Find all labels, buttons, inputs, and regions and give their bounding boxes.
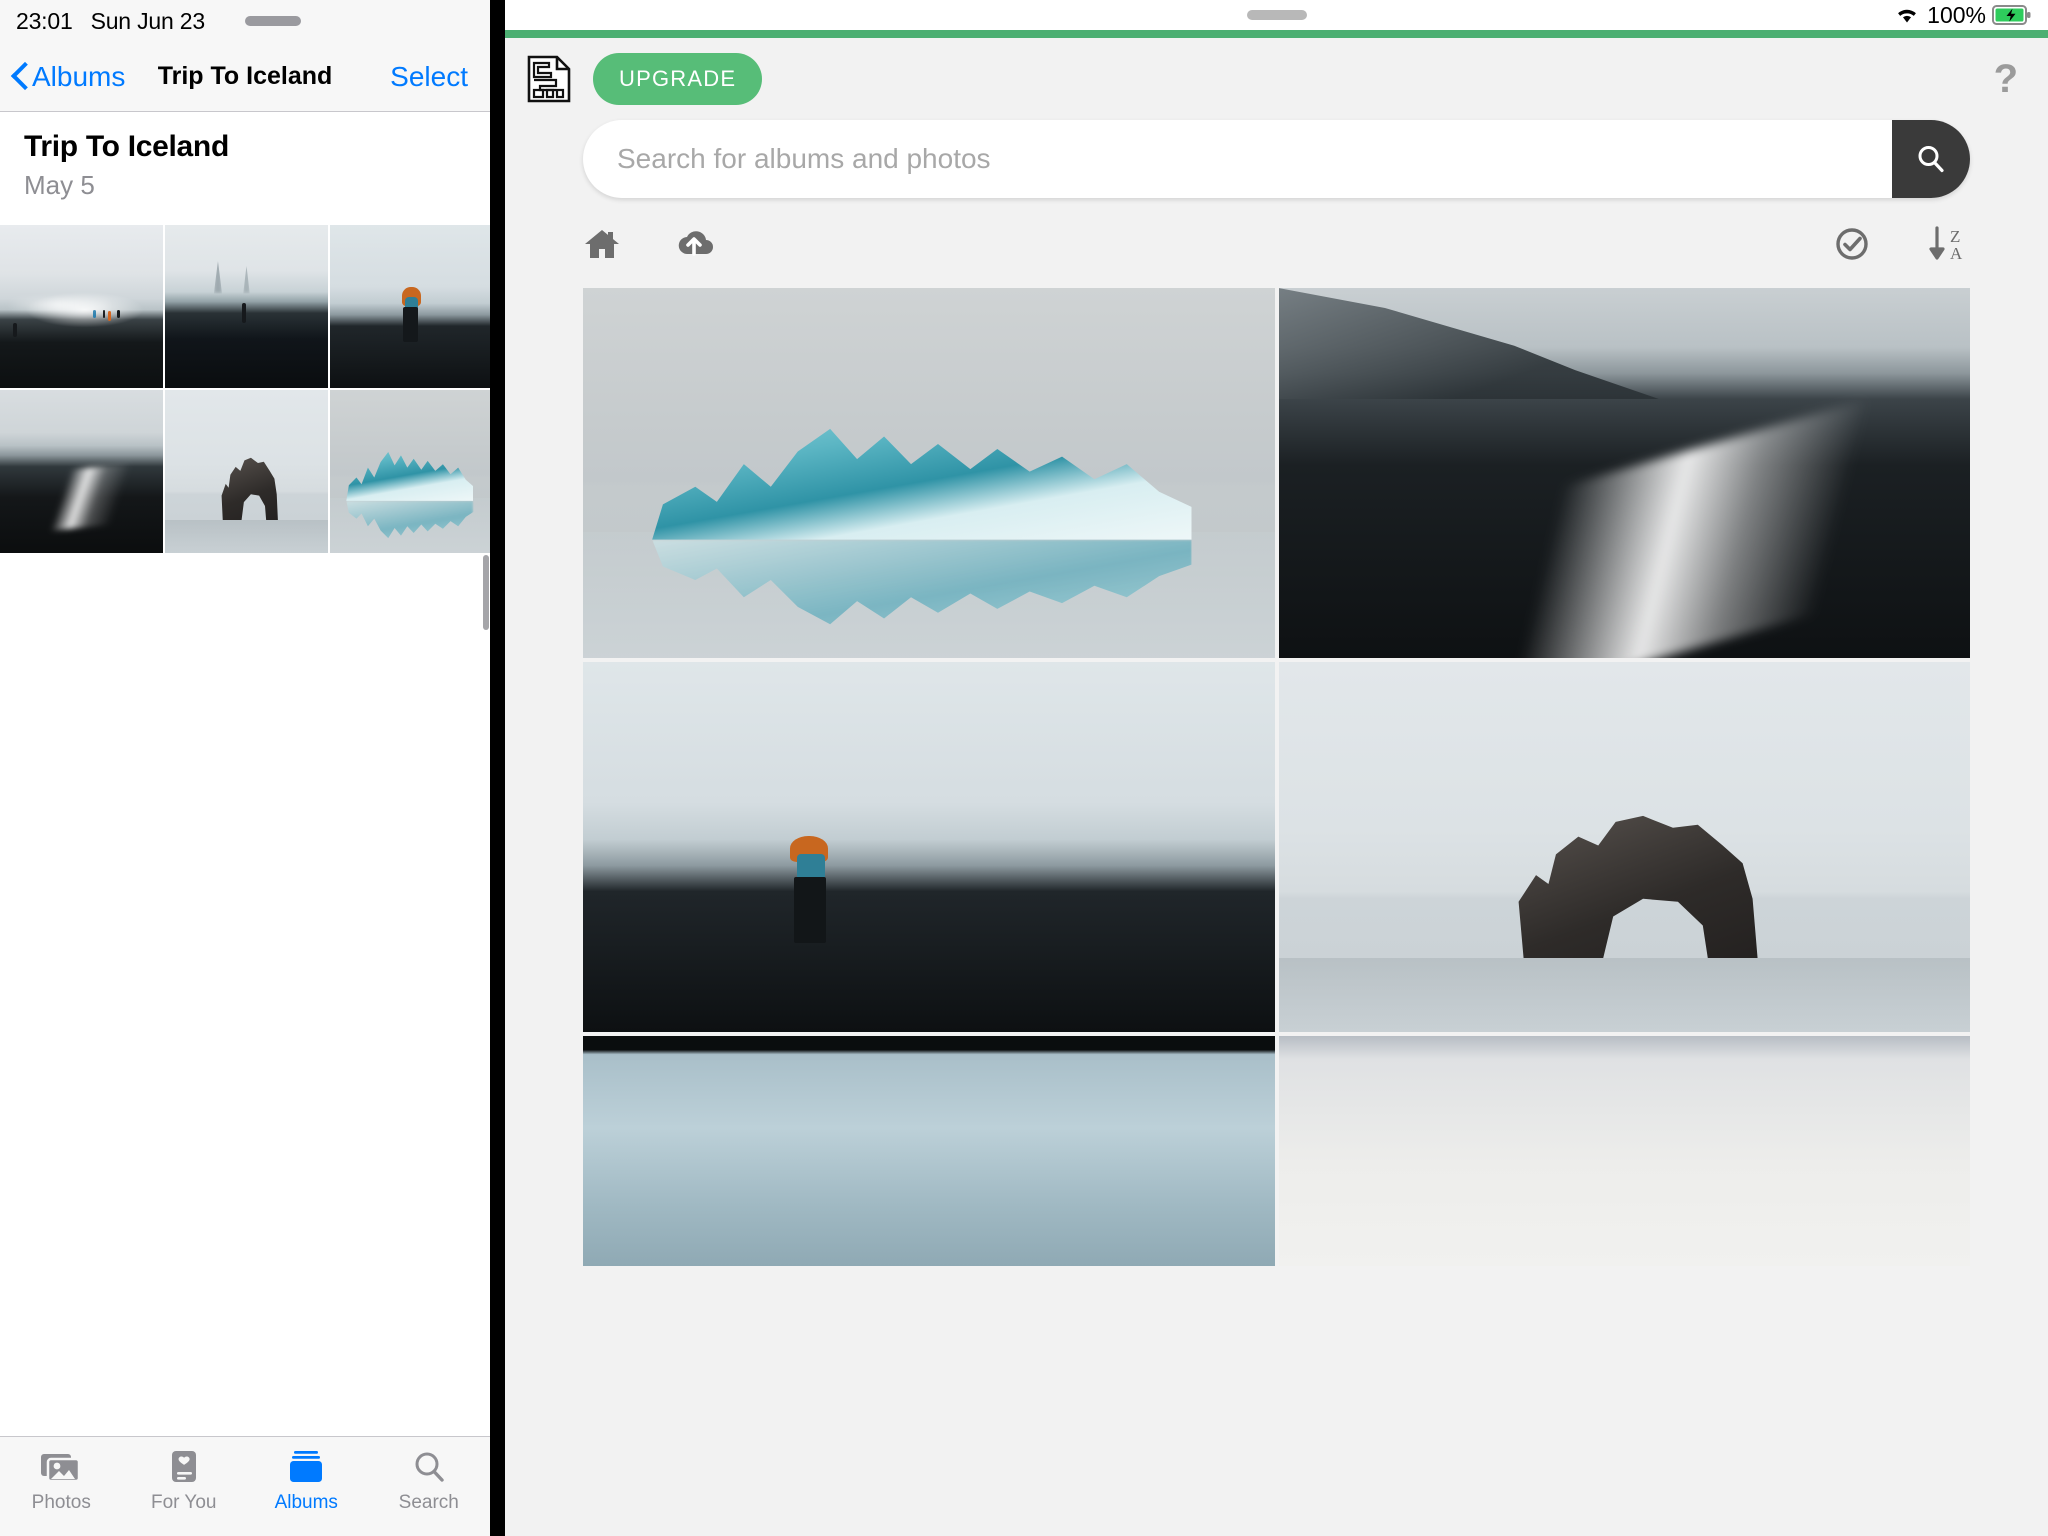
toolbar-right-group: Z A	[1778, 224, 1970, 264]
app-bar: UPGRADE ?	[505, 38, 2048, 120]
tab-photos[interactable]: Photos	[0, 1449, 123, 1514]
android-status-bar: 100%	[505, 0, 2048, 30]
question-mark-icon[interactable]: ?	[1994, 59, 2026, 99]
upgrade-button[interactable]: UPGRADE	[593, 53, 763, 105]
grid-photo[interactable]	[1278, 288, 1970, 658]
ios-status-bar: 23:01 Sun Jun 23	[0, 0, 490, 42]
grid-photo[interactable]	[583, 288, 1275, 658]
scroll-indicator[interactable]	[483, 555, 489, 630]
grid-photo[interactable]	[583, 1036, 1275, 1266]
ios-nav-bar: Albums Trip To Iceland Select	[0, 42, 490, 112]
photo-thumbnail[interactable]	[0, 225, 163, 388]
tab-search[interactable]: Search	[368, 1449, 491, 1514]
svg-text:A: A	[1950, 244, 1963, 263]
ios-photo-grid	[0, 225, 490, 553]
tab-label: For You	[151, 1492, 217, 1513]
battery-charging-icon	[1992, 5, 2031, 25]
album-empty-space	[0, 553, 490, 1113]
tab-albums[interactable]: Albums	[245, 1449, 368, 1514]
tab-label: Search	[398, 1492, 459, 1513]
ios-tab-bar: Photos For You Albums Search	[0, 1436, 490, 1536]
android-photo-grid	[583, 288, 1970, 1266]
search-bar	[583, 120, 1970, 198]
photo-thumbnail[interactable]	[0, 390, 163, 553]
ios-photos-pane: 23:01 Sun Jun 23 Albums Trip To Iceland …	[0, 0, 490, 1536]
gallery-toolbar: Z A	[505, 198, 2048, 278]
grid-photo[interactable]	[1278, 662, 1970, 1032]
album-date: May 5	[24, 170, 95, 200]
check-circle-icon[interactable]	[1834, 226, 1870, 262]
albums-icon	[283, 1449, 329, 1485]
search-submit-button[interactable]	[1892, 120, 1970, 198]
album-header: Trip To Iceland May 5	[0, 112, 490, 211]
split-view-divider[interactable]	[490, 0, 505, 1536]
search-input[interactable]	[583, 120, 1892, 198]
grid-photo[interactable]	[1278, 1036, 1970, 1266]
wifi-icon	[1898, 9, 1917, 23]
back-to-albums-button[interactable]: Albums	[0, 61, 125, 93]
status-date: Sun Jun 23	[90, 7, 206, 34]
tab-label: Albums	[274, 1492, 338, 1513]
search-icon	[1918, 146, 1944, 173]
album-title: Trip To Iceland	[24, 130, 229, 163]
photo-thumbnail[interactable]	[165, 225, 328, 388]
home-icon[interactable]	[583, 227, 621, 261]
tab-label: Photos	[31, 1492, 91, 1513]
select-button[interactable]: Select	[390, 61, 490, 93]
status-time: 23:01	[16, 7, 73, 34]
back-button-label: Albums	[32, 60, 126, 92]
tab-for-you[interactable]: For You	[123, 1449, 246, 1514]
photo-thumbnail[interactable]	[330, 390, 490, 553]
for-you-icon	[161, 1449, 207, 1485]
green-accent-bar	[505, 30, 2048, 38]
cloud-upload-icon[interactable]	[673, 227, 715, 261]
photo-thumbnail[interactable]	[165, 390, 328, 553]
search-row	[505, 120, 2048, 198]
photo-thumbnail[interactable]	[330, 225, 490, 388]
photos-icon	[38, 1449, 84, 1485]
android-gallery-pane: 100% UPGRADE ? Search for albums and pho…	[505, 0, 2048, 1536]
grid-photo[interactable]	[583, 662, 1275, 1032]
sort-za-icon[interactable]: Z A	[1926, 224, 1970, 264]
split-view-grabber[interactable]	[244, 16, 301, 26]
battery-percent: 100%	[1927, 1, 1986, 28]
chevron-left-icon	[12, 63, 27, 90]
split-view-grabber-right[interactable]	[1246, 10, 1307, 20]
document-maze-logo-icon[interactable]	[527, 55, 571, 103]
search-icon	[406, 1449, 452, 1485]
